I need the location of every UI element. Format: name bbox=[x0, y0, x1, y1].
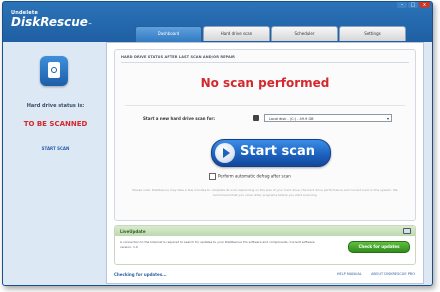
drive-select-value: Local disk - (C:) - 49.9 GB bbox=[269, 117, 314, 121]
scan-note: Please note: DiskRescue may take a few m… bbox=[132, 188, 398, 197]
hard-drive-icon bbox=[40, 56, 68, 86]
main-content: HARD DRIVE STATUS AFTER LAST SCAN AND/OR… bbox=[106, 42, 424, 284]
check-updates-button[interactable]: Check for updates bbox=[348, 241, 410, 253]
about-link[interactable]: ABOUT DISKRESCUE PRO bbox=[371, 272, 415, 276]
chevron-down-icon: ▾ bbox=[386, 116, 389, 121]
update-status-text: Checking for updates... bbox=[114, 272, 167, 277]
liveupdate-title: LiveUpdate bbox=[120, 229, 146, 234]
drive-status-value: TO BE SCANNED bbox=[23, 120, 88, 128]
start-scan-button[interactable]: Start scan bbox=[211, 139, 331, 167]
liveupdate-text: A connection to the Internet is required… bbox=[120, 240, 315, 249]
liveupdate-panel: LiveUpdate A connection to the Internet … bbox=[114, 225, 416, 265]
footer-links: HELP MANUAL ABOUT DISKRESCUE PRO bbox=[329, 272, 415, 276]
logo-trademark: ™ bbox=[87, 22, 92, 27]
defrag-label: Perform automatic defrag after scan bbox=[218, 173, 291, 179]
panel-divider bbox=[121, 62, 409, 63]
disk-icon bbox=[253, 115, 259, 121]
logo-title: DiskRescue™ bbox=[11, 16, 92, 31]
help-manual-link[interactable]: HELP MANUAL bbox=[337, 272, 362, 276]
app-logo: Undelete DiskRescue™ bbox=[11, 10, 92, 31]
section-divider bbox=[125, 105, 405, 106]
app-window: Undelete DiskRescue™ – □ x Dashboard Har… bbox=[2, 1, 433, 286]
panel-title: HARD DRIVE STATUS AFTER LAST SCAN AND/OR… bbox=[121, 55, 235, 59]
tab-scheduler[interactable]: Scheduler bbox=[271, 26, 338, 41]
sidebar: Hard drive status is: TO BE SCANNED STAR… bbox=[9, 42, 102, 282]
laptop-icon bbox=[403, 228, 411, 234]
maximize-button[interactable]: □ bbox=[408, 2, 418, 8]
tab-dashboard[interactable]: Dashboard bbox=[135, 26, 202, 43]
start-scan-link[interactable]: START SCAN bbox=[9, 146, 102, 151]
minimize-button[interactable]: – bbox=[397, 2, 407, 8]
play-icon bbox=[215, 143, 235, 163]
scan-result-text: No scan performed bbox=[200, 76, 330, 90]
tab-settings[interactable]: Settings bbox=[339, 26, 406, 41]
liveupdate-header: LiveUpdate bbox=[115, 226, 415, 236]
close-button[interactable]: x bbox=[419, 2, 430, 8]
defrag-option[interactable]: Perform automatic defrag after scan bbox=[209, 173, 291, 180]
logo-main-text: DiskRescue bbox=[11, 15, 88, 29]
drive-status-label: Hard drive status is: bbox=[26, 103, 85, 109]
new-scan-label: Start a new hard drive scan for: bbox=[143, 116, 215, 121]
start-scan-label: Start scan bbox=[240, 144, 315, 159]
drive-select[interactable]: Local disk - (C:) - 49.9 GB ▾ bbox=[264, 114, 392, 122]
status-panel: HARD DRIVE STATUS AFTER LAST SCAN AND/OR… bbox=[114, 49, 416, 221]
defrag-checkbox[interactable] bbox=[209, 173, 216, 180]
screenshot: Undelete DiskRescue™ – □ x Dashboard Har… bbox=[0, 0, 440, 292]
tab-hard-drive-scan[interactable]: Hard drive scan bbox=[203, 26, 270, 41]
